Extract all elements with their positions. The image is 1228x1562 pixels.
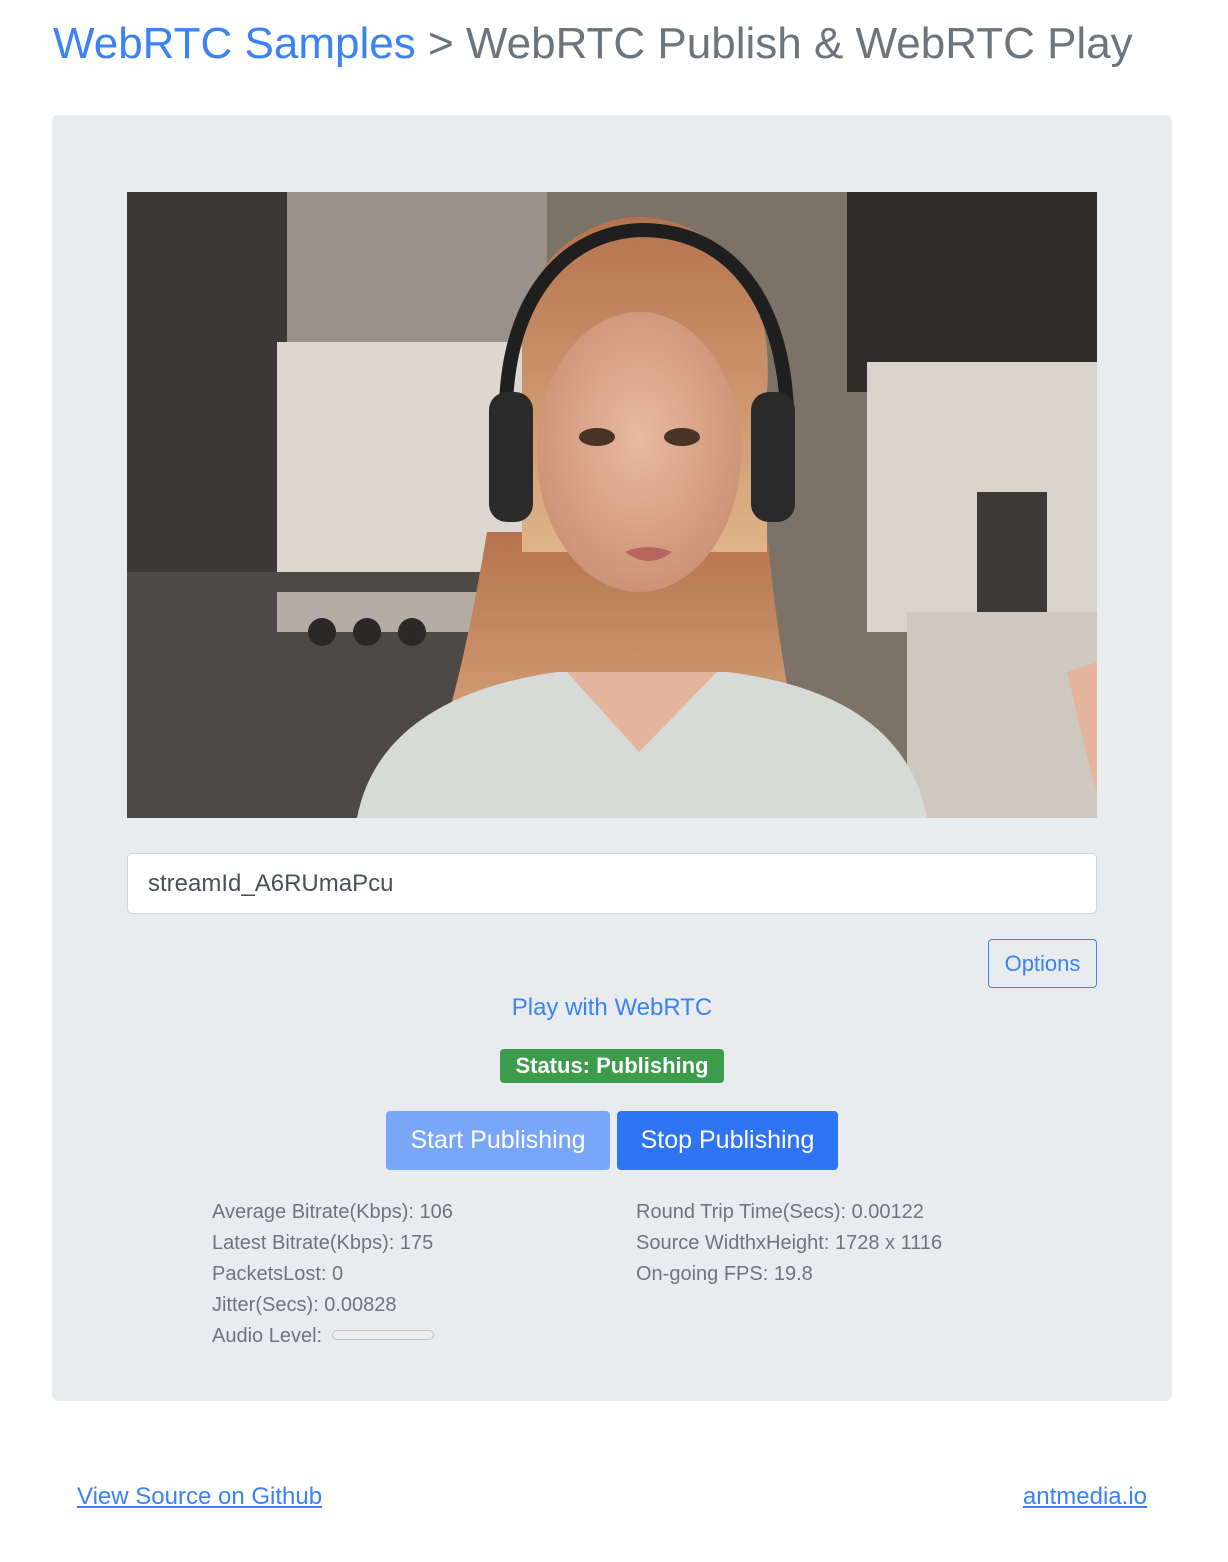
page-title: WebRTC Publish & WebRTC Play (465, 19, 1133, 68)
packets-lost-stat: PacketsLost: 0 (212, 1263, 344, 1285)
audio-level-meter (331, 1329, 434, 1340)
latest-bitrate-stat: Latest Bitrate(Kbps): 175 (212, 1232, 434, 1254)
audio-level-label: Audio Level: (212, 1325, 323, 1347)
play-with-webrtc-link[interactable]: Play with WebRTC (52, 991, 1172, 1025)
fps-stat: On-going FPS: 19.8 (636, 1263, 813, 1285)
view-source-link[interactable]: View Source on Github (77, 1480, 322, 1514)
start-publishing-button[interactable]: Start Publishing (386, 1111, 610, 1170)
stream-id-input[interactable] (127, 853, 1097, 914)
stop-publishing-button[interactable]: Stop Publishing (617, 1111, 838, 1170)
round-trip-time-stat: Round Trip Time(Secs): 0.00122 (636, 1201, 924, 1223)
status-badge: Status: Publishing (500, 1049, 724, 1083)
main-panel: Options Play with WebRTC Status: Publish… (52, 115, 1172, 1401)
breadcrumb-separator: > (415, 19, 466, 68)
page-header: WebRTC Samples > WebRTC Publish & WebRTC… (53, 14, 1133, 74)
jitter-stat: Jitter(Secs): 0.00828 (212, 1294, 397, 1316)
source-resolution-stat: Source WidthxHeight: 1728 x 1116 (636, 1232, 943, 1254)
home-link[interactable]: WebRTC Samples (53, 19, 416, 68)
local-video (127, 192, 1097, 818)
audio-level-stat: Audio Level: (212, 1321, 453, 1352)
average-bitrate-stat: Average Bitrate(Kbps): 106 (212, 1201, 453, 1223)
video-frame-image (127, 192, 1097, 818)
antmedia-link[interactable]: antmedia.io (1023, 1480, 1147, 1514)
stats-right-column: Round Trip Time(Secs): 0.00122 Source Wi… (636, 1197, 942, 1290)
stats-left-column: Average Bitrate(Kbps): 106 Latest Bitrat… (212, 1197, 453, 1352)
options-button[interactable]: Options (988, 939, 1097, 988)
